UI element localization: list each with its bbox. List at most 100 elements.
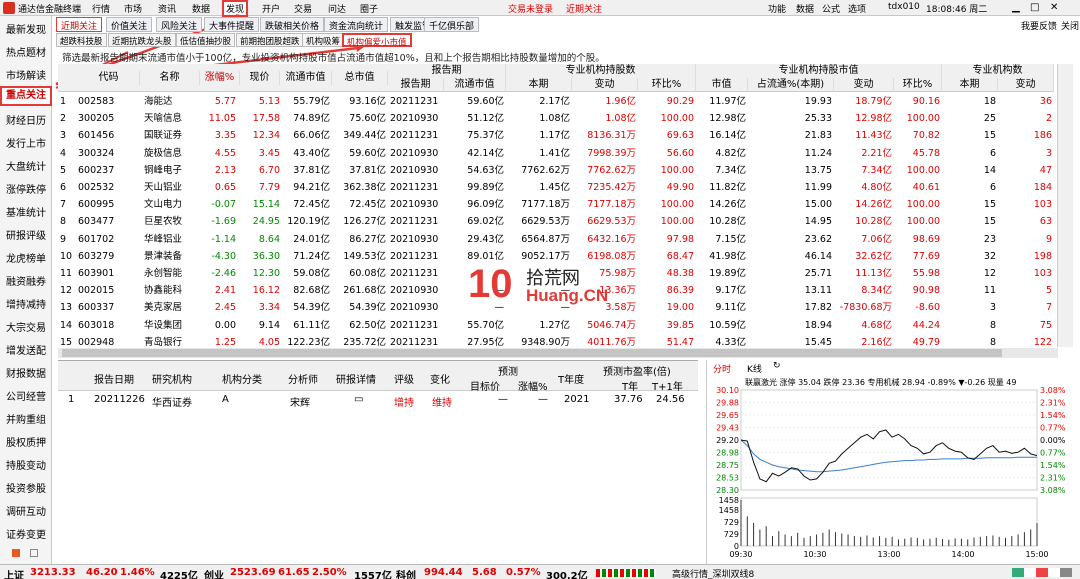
col-shares-qoq[interactable]: 环比% — [638, 78, 696, 92]
col-value-change[interactable]: 变动 — [834, 78, 894, 92]
col-count-change[interactable]: 变动 — [998, 78, 1054, 92]
sh-value[interactable]: 3213.33 — [30, 567, 76, 578]
report-detail-icon[interactable]: ▭ — [354, 394, 363, 405]
sidebar-item-9[interactable]: 研报评级 — [0, 227, 52, 242]
table-row[interactable]: 1 002583 海能达 5.77 5.13 55.79亿 93.16亿 20211231 59… — [58, 93, 1054, 110]
kc-value[interactable]: 994.44 — [424, 567, 463, 578]
tab-risk-focus[interactable]: 风险关注 — [156, 17, 203, 32]
table-row[interactable]: 3 601456 国联证券 3.35 12.34 66.06亿 349.44亿 2021123… — [58, 127, 1054, 144]
col-pe-t[interactable]: T年 — [622, 378, 638, 393]
table-row[interactable]: 8 603477 巨星农牧 -1.69 24.95 120.19亿 126.27亿 20211… — [58, 213, 1054, 230]
feedback-link[interactable]: 我要反馈 — [1021, 19, 1057, 32]
close-link[interactable]: 关闭 — [1061, 19, 1079, 32]
menu-data[interactable]: 数据 — [192, 2, 210, 15]
col-value-qoq[interactable]: 环比% — [894, 78, 942, 92]
menu-news[interactable]: 资讯 — [158, 2, 176, 15]
sidebar-item-21[interactable]: 调研互动 — [0, 503, 52, 518]
tab-big-event[interactable]: 大事件提醒 — [204, 17, 260, 32]
sidebar-item-14[interactable]: 增发送配 — [0, 342, 52, 357]
sidebar-item-11[interactable]: 融资融券 — [0, 273, 52, 288]
col-institution[interactable]: 研究机构 — [152, 371, 192, 386]
table-row[interactable]: 2 300205 天喻信息 11.05 17.58 74.89亿 75.60亿 2021093… — [58, 110, 1054, 127]
sidebar-item-13[interactable]: 大宗交易 — [0, 319, 52, 334]
table-row[interactable]: 14 603018 华设集团 0.00 9.14 61.11亿 62.50亿 20211231… — [58, 317, 1054, 334]
menu-options[interactable]: 选项 — [848, 2, 866, 15]
col-value[interactable]: 市值 — [696, 78, 748, 92]
refresh-icon[interactable]: ↻ — [773, 361, 781, 371]
col-float-ratio[interactable]: 占流通%(本期) — [748, 78, 834, 92]
col-shares-change[interactable]: 变动 — [572, 78, 638, 92]
tab2-low-valuation[interactable]: 低估值抽抄股 — [176, 33, 236, 47]
sidebar-item-12[interactable]: 增持减持 — [0, 296, 52, 311]
sidebar-item-18[interactable]: 股权质押 — [0, 434, 52, 449]
col-code[interactable]: 代码 — [78, 71, 140, 85]
menu-trade[interactable]: 交易 — [294, 2, 312, 15]
tab-capital-flow[interactable]: 资金流向统计 — [324, 17, 389, 32]
menu-market[interactable]: 市场 — [124, 2, 142, 15]
menu-circle[interactable]: 圈子 — [360, 2, 378, 15]
research-row[interactable]: 1 20211226 华西证券 A 宋辉 ▭ 增持 维持 — — 2021 37… — [58, 394, 698, 410]
maximize-icon[interactable]: □ — [1030, 2, 1039, 13]
table-row[interactable]: 4 300324 旋极信息 4.55 3.45 43.40亿 59.60亿 20210930 4… — [58, 145, 1054, 162]
col-t-year[interactable]: T年度 — [558, 371, 584, 386]
col-name[interactable]: 名称 — [140, 71, 200, 85]
tab2-institution-accumulate[interactable]: 机构吸筹 — [302, 33, 345, 47]
minimize-icon[interactable]: ▁ — [1012, 2, 1020, 13]
col-report-float[interactable]: 流通市值 — [444, 78, 506, 92]
tab-break-price[interactable]: 跌破相关价格 — [260, 17, 325, 32]
recent-focus-notice[interactable]: 近期关注 — [566, 2, 602, 15]
col-report-detail[interactable]: 研报详情 — [336, 371, 376, 386]
sidebar-item-8[interactable]: 基准统计 — [0, 204, 52, 219]
menu-wenda[interactable]: 问达 — [328, 2, 346, 15]
sidebar-collapse-icon[interactable] — [12, 549, 20, 557]
col-report-period[interactable]: 报告期 — [388, 78, 444, 92]
tab-100b-club[interactable]: 千亿俱乐部 — [424, 17, 480, 32]
sidebar-item-22[interactable]: 证券变更 — [0, 526, 52, 541]
sidebar-expand-icon[interactable] — [30, 549, 38, 557]
col-total-cap[interactable]: 总市值 — [332, 71, 388, 85]
tab2-group-oversold[interactable]: 前期抱团股超跌 — [236, 33, 304, 47]
sidebar-item-19[interactable]: 持股变动 — [0, 457, 52, 472]
sidebar-item-6[interactable]: 大盘统计 — [0, 158, 52, 173]
sidebar-item-20[interactable]: 投资参股 — [0, 480, 52, 495]
sidebar-item-1[interactable]: 热点题材 — [0, 44, 52, 59]
col-change-pct[interactable]: 涨幅% — [200, 71, 240, 85]
col-target-price[interactable]: 目标价 — [470, 378, 500, 393]
table-row[interactable]: 6 002532 天山铝业 0.65 7.79 94.21亿 362.38亿 20211231… — [58, 179, 1054, 196]
tab2-small-cap-favor[interactable]: 机构偏爱小市值 — [342, 33, 412, 48]
horizontal-scrollbar[interactable] — [58, 348, 1058, 358]
sidebar-item-10[interactable]: 龙虎榜单 — [0, 250, 52, 265]
sidebar-item-0[interactable]: 最新发现 — [0, 21, 52, 36]
col-rating-change[interactable]: 变化 — [430, 371, 450, 386]
table-row[interactable]: 5 600237 铜峰电子 2.13 6.70 37.81亿 37.81亿 20210930 5… — [58, 162, 1054, 179]
col-rating[interactable]: 评级 — [394, 371, 414, 386]
col-analyst[interactable]: 分析师 — [288, 371, 318, 386]
sidebar-item-15[interactable]: 财报数据 — [0, 365, 52, 380]
menu-news-right[interactable]: 数据 — [796, 2, 814, 15]
col-report-date[interactable]: 报告日期 — [94, 371, 134, 386]
col-inst-type[interactable]: 机构分类 — [222, 371, 262, 386]
sidebar-item-5[interactable]: 发行上市 — [0, 135, 52, 150]
tab-value-focus[interactable]: 价值关注 — [106, 17, 153, 32]
col-shares-current[interactable]: 本期 — [506, 78, 572, 92]
sidebar-item-4[interactable]: 财经日历 — [0, 112, 52, 127]
col-float-cap[interactable]: 流通市值 — [280, 71, 332, 85]
tab2-oversold-tech[interactable]: 超跌科技股 — [56, 33, 107, 47]
sidebar-item-17[interactable]: 并购重组 — [0, 411, 52, 426]
table-row[interactable]: 9 601702 华峰铝业 -1.14 8.64 24.01亿 86.27亿 20210930… — [58, 231, 1054, 248]
tab2-resilient-leader[interactable]: 近期抗跌龙头股 — [108, 33, 176, 47]
menu-market-quote[interactable]: 行情 — [92, 2, 110, 15]
cy-value[interactable]: 2523.69 — [230, 567, 276, 578]
sidebar-item-3[interactable]: 重点关注 — [0, 86, 52, 106]
trade-login-notice[interactable]: 交易未登录 — [508, 2, 553, 15]
horizontal-scroll-thumb[interactable] — [62, 349, 1002, 357]
menu-function[interactable]: 功能 — [768, 2, 786, 15]
sidebar-item-7[interactable]: 涨停跌停 — [0, 181, 52, 196]
close-icon[interactable]: ✕ — [1050, 2, 1058, 13]
col-upside[interactable]: 涨幅% — [518, 378, 548, 393]
menu-formula[interactable]: 公式 — [822, 2, 840, 15]
menu-open-account[interactable]: 开户 — [262, 2, 280, 15]
menu-discover[interactable]: 发现 — [222, 0, 249, 17]
col-price[interactable]: 现价 — [240, 71, 280, 85]
sidebar-item-16[interactable]: 公司经营 — [0, 388, 52, 403]
